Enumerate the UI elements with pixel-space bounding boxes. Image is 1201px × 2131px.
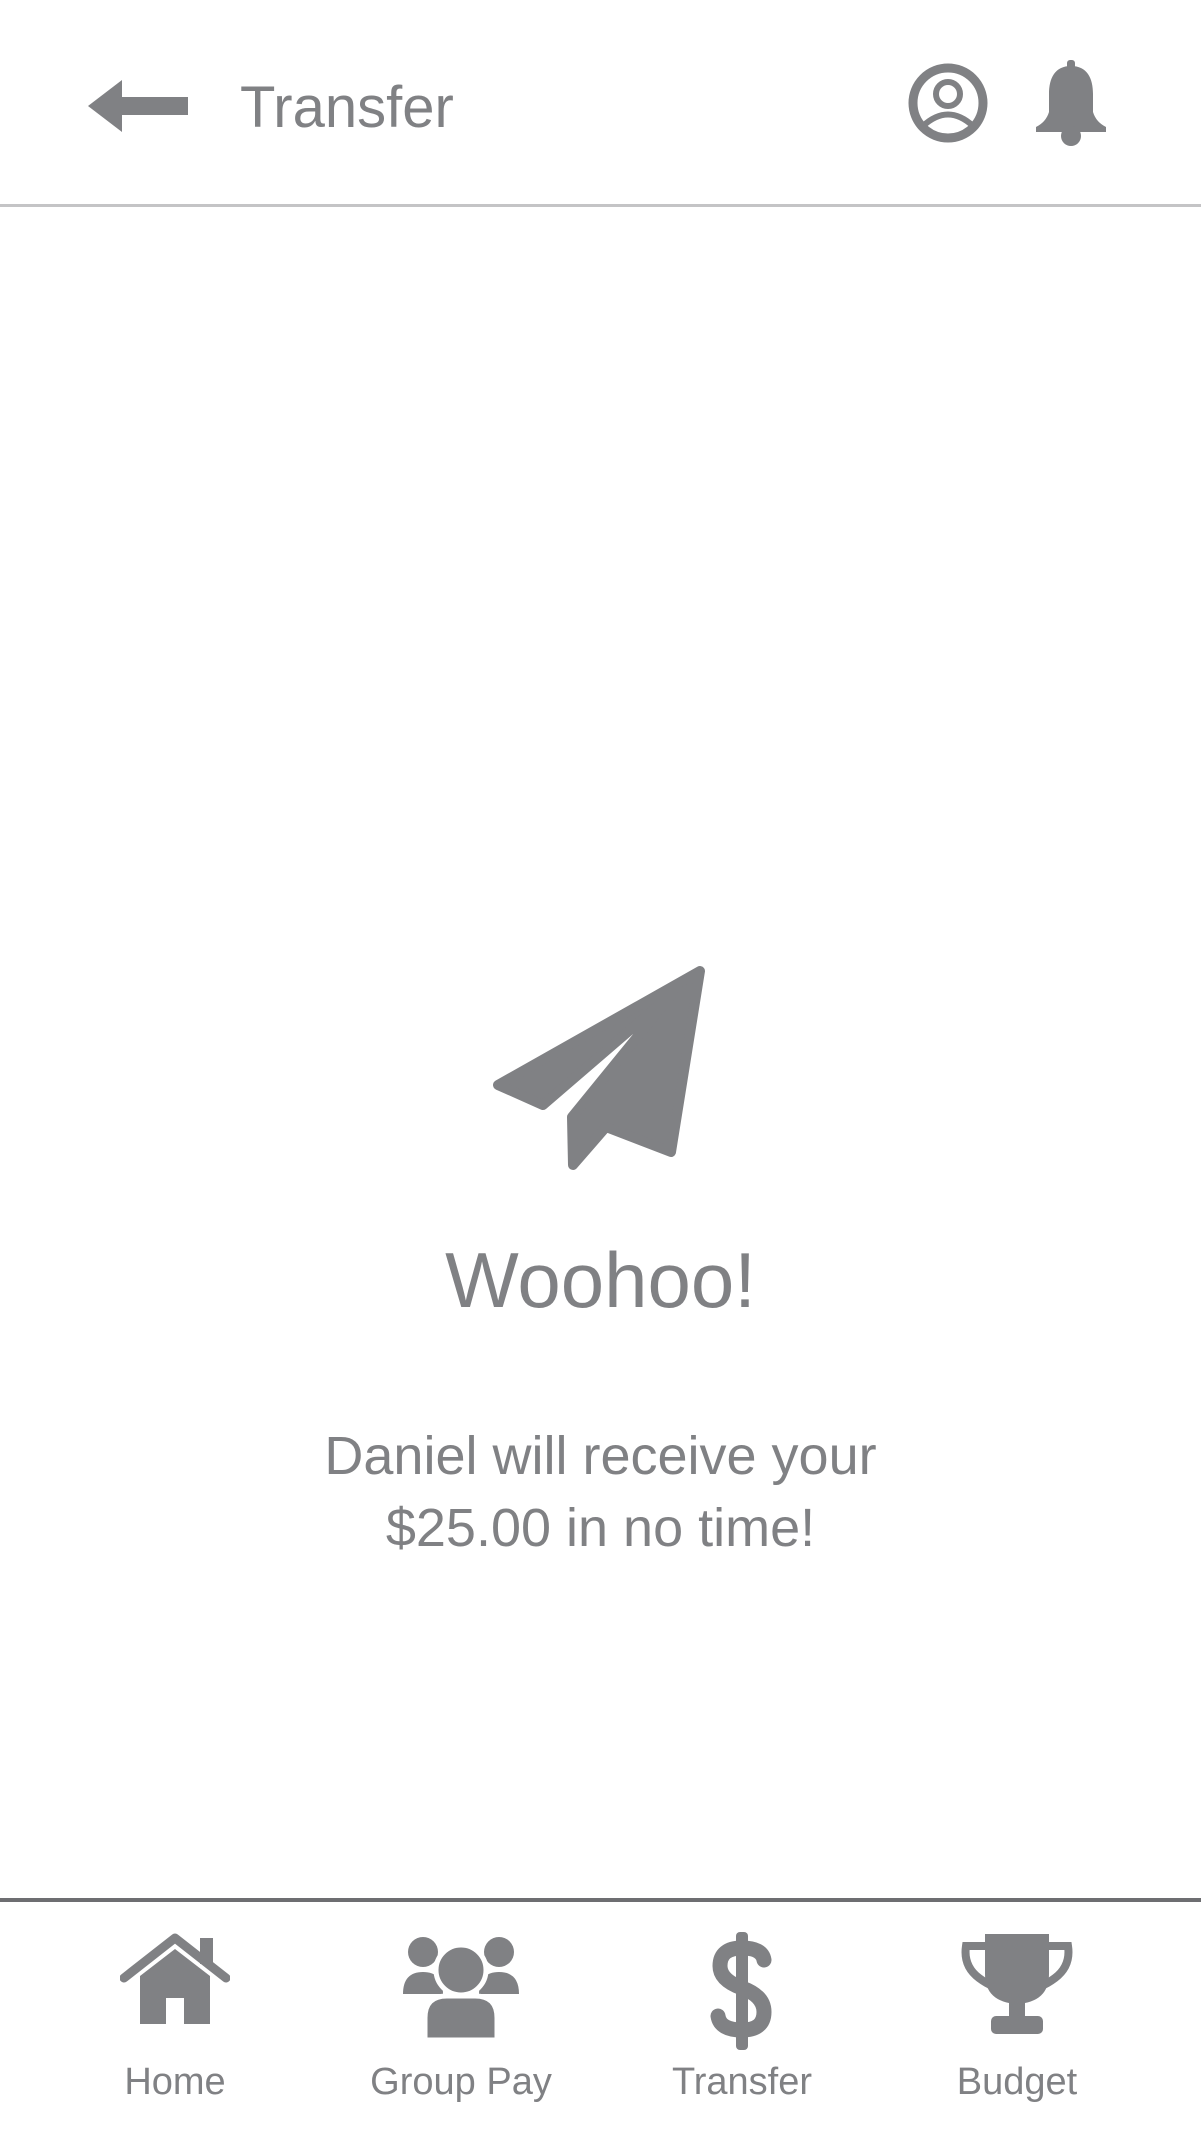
notifications-button[interactable] bbox=[1032, 60, 1110, 146]
confirmation-headline: Woohoo! bbox=[445, 1236, 756, 1324]
tab-budget[interactable]: Budget bbox=[887, 1922, 1147, 2122]
bottom-tab-bar: Home Group Pay Transfer Budget bbox=[0, 1902, 1201, 2131]
confirmation-message-line: Daniel will receive your bbox=[324, 1426, 877, 1486]
confirmation-message: Daniel will receive your $25.00 in no ti… bbox=[0, 1420, 1201, 1564]
group-icon bbox=[403, 1937, 519, 2042]
tab-group-pay[interactable]: Group Pay bbox=[331, 1922, 591, 2122]
header-divider bbox=[0, 204, 1201, 207]
back-button[interactable] bbox=[88, 76, 190, 136]
tab-group-pay-label: Group Pay bbox=[370, 2061, 552, 2103]
tab-home[interactable]: Home bbox=[45, 1922, 305, 2122]
tab-budget-label: Budget bbox=[956, 2061, 1078, 2103]
arrow-left-icon bbox=[88, 80, 188, 132]
paper-plane-icon bbox=[493, 966, 705, 1170]
bell-icon bbox=[1036, 60, 1106, 146]
tab-transfer-label: Transfer bbox=[671, 2061, 813, 2103]
home-icon bbox=[120, 1933, 230, 2024]
dollar-icon bbox=[710, 1932, 772, 2050]
user-circle-icon bbox=[908, 63, 988, 143]
trophy-icon bbox=[961, 1934, 1073, 2034]
profile-button[interactable] bbox=[908, 63, 988, 143]
tab-transfer[interactable]: Transfer bbox=[612, 1922, 872, 2122]
page-title: Transfer bbox=[240, 75, 454, 140]
top-app-bar: Transfer bbox=[0, 0, 1201, 207]
tab-home-label: Home bbox=[124, 2061, 226, 2103]
confirmation-message-line: $25.00 in no time! bbox=[385, 1498, 816, 1558]
